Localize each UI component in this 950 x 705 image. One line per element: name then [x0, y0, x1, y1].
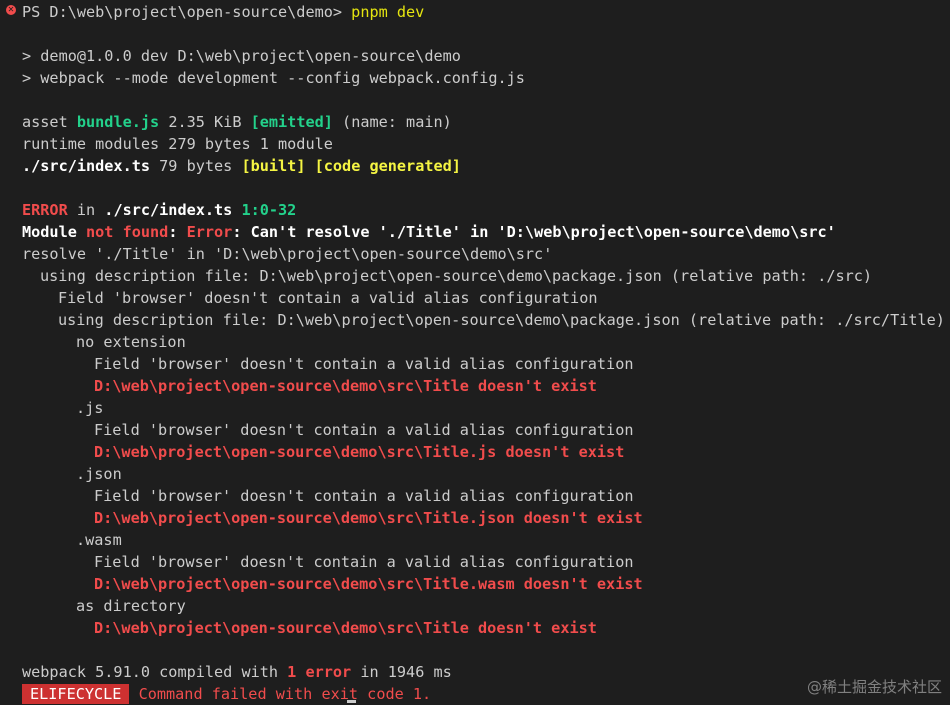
- resolve-line: .js: [76, 399, 104, 417]
- summary-prefix: webpack 5.91.0 compiled with: [22, 663, 288, 681]
- resolve-error-line: D:\web\project\open-source\demo\src\Titl…: [94, 509, 643, 527]
- terminal-panel[interactable]: ✕ PS D:\web\project\open-source\demo> pn…: [0, 0, 950, 705]
- mnf-message: : Can't resolve './Title' in 'D:\web\pro…: [232, 223, 836, 241]
- asset-line: asset bundle.js 2.35 KiB [emitted] (name…: [0, 111, 950, 133]
- error-header: ERROR in ./src/index.ts 1:0-32: [0, 199, 950, 221]
- resolve-line: resolve './Title' in 'D:\web\project\ope…: [22, 245, 553, 263]
- asset-emitted-tag: [emitted]: [250, 113, 333, 131]
- error-label: ERROR: [22, 201, 68, 219]
- error-file: ./src/index.ts: [104, 201, 233, 219]
- resolve-line: as directory: [76, 597, 186, 615]
- resolve-error-line: D:\web\project\open-source\demo\src\Titl…: [94, 443, 625, 461]
- asset-prefix: asset: [22, 113, 77, 131]
- runtime-line: runtime modules 279 bytes 1 module: [22, 135, 333, 153]
- module-size: 79 bytes: [150, 157, 242, 175]
- lifecycle-message: Command failed with exit code 1.: [129, 685, 432, 703]
- resolve-line: .json: [76, 465, 122, 483]
- error-circle-icon[interactable]: ✕: [6, 5, 16, 15]
- resolve-line: Field 'browser' doesn't contain a valid …: [94, 487, 634, 505]
- asset-name: bundle.js: [76, 113, 160, 131]
- resolve-line: .wasm: [76, 531, 122, 549]
- summary-suffix: in 1946 ms: [351, 663, 452, 681]
- module-line: ./src/index.ts 79 bytes [built] [code ge…: [0, 155, 950, 177]
- module-path: ./src/index.ts: [22, 157, 151, 175]
- mnf-colon: :: [168, 223, 187, 241]
- mnf-error: Error: [186, 223, 233, 241]
- summary-errors: 1 error: [287, 663, 352, 681]
- resolve-line: Field 'browser' doesn't contain a valid …: [94, 421, 634, 439]
- resolve-error-line: D:\web\project\open-source\demo\src\Titl…: [94, 377, 597, 395]
- asset-suffix: (name: main): [332, 113, 452, 131]
- watermark: @稀土掘金技术社区: [806, 678, 942, 696]
- prompt-command: pnpm dev: [351, 3, 425, 21]
- resolve-line: Field 'browser' doesn't contain a valid …: [94, 553, 634, 571]
- module-generated-tag: [code generated]: [314, 157, 461, 175]
- resolve-error-line: D:\web\project\open-source\demo\src\Titl…: [94, 619, 597, 637]
- script-line: > webpack --mode development --config we…: [22, 69, 525, 87]
- mnf-module: Module: [22, 223, 87, 241]
- mnf-not-found: not found: [86, 223, 169, 241]
- error-in: in: [67, 201, 105, 219]
- prompt-line: PS D:\web\project\open-source\demo> pnpm…: [0, 1, 950, 23]
- resolve-line: Field 'browser' doesn't contain a valid …: [58, 289, 598, 307]
- module-built-tag: [built]: [241, 157, 306, 175]
- prompt-text: PS D:\web\project\open-source\demo>: [22, 3, 352, 21]
- resolve-line: Field 'browser' doesn't contain a valid …: [94, 355, 634, 373]
- resolve-error-line: D:\web\project\open-source\demo\src\Titl…: [94, 575, 643, 593]
- module-not-found-line: Module not found: Error: Can't resolve '…: [0, 221, 950, 243]
- error-location: 1:0-32: [241, 201, 297, 219]
- resolve-line: using description file: D:\web\project\o…: [58, 311, 945, 329]
- terminal-cursor: [347, 700, 356, 703]
- resolve-line: no extension: [76, 333, 186, 351]
- resolve-line: using description file: D:\web\project\o…: [40, 267, 873, 285]
- script-line: > demo@1.0.0 dev D:\web\project\open-sou…: [22, 47, 461, 65]
- elifecycle-badge: ELIFECYCLE: [22, 684, 130, 704]
- asset-size: 2.35 KiB: [159, 113, 251, 131]
